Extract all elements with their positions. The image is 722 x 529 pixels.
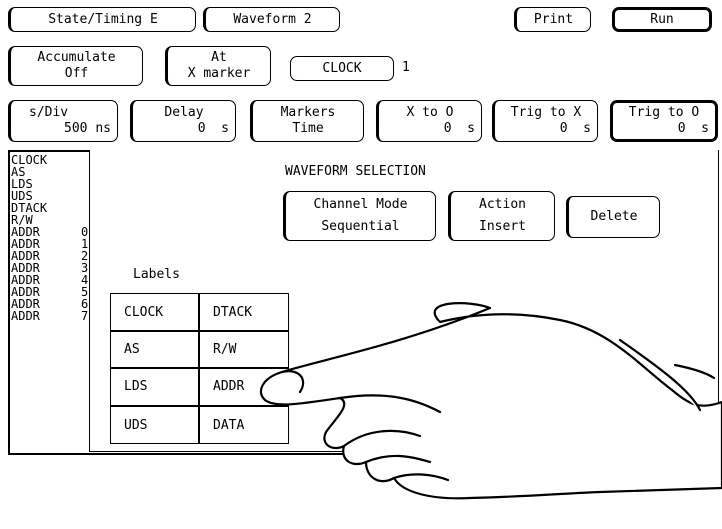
pointing-hand-icon bbox=[259, 302, 722, 500]
